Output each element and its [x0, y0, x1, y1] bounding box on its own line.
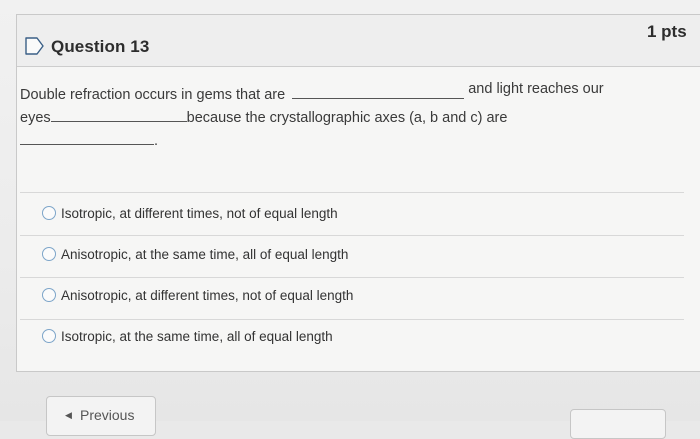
question-text-segment: because the crystallographic axes (a, b … — [186, 110, 508, 126]
next-button[interactable] — [570, 409, 666, 439]
radio-button[interactable] — [42, 288, 56, 302]
question-text-segment: and light reaches our — [468, 81, 604, 97]
blank-1 — [292, 86, 465, 99]
answer-option[interactable]: Isotropic, at different times, not of eq… — [42, 201, 338, 225]
radio-button[interactable] — [42, 247, 56, 261]
divider — [20, 277, 684, 278]
question-title: Question 13 — [51, 37, 150, 56]
question-points: 1 pts — [647, 22, 687, 41]
radio-button[interactable] — [42, 206, 56, 220]
question-text-line-3: . — [20, 130, 158, 152]
blank-2 — [50, 109, 187, 122]
answer-label: Anisotropic, at different times, not of … — [61, 287, 354, 303]
question-text-segment: Double refraction occurs in gems that ar… — [20, 87, 286, 103]
question-text-segment: . — [154, 133, 159, 149]
question-text-line-1: Double refraction occurs in gems that ar… — [20, 81, 604, 106]
divider — [20, 192, 684, 193]
question-text-line-2: eyes because the crystallographic axes (a… — [20, 107, 507, 129]
quiz-page: Question 13 1 pts Double refraction occu… — [0, 0, 700, 439]
answer-label: Isotropic, at the same time, all of equa… — [61, 328, 333, 344]
answer-label: Isotropic, at different times, not of eq… — [61, 205, 338, 221]
answer-option[interactable]: Anisotropic, at different times, not of … — [42, 283, 353, 307]
chevron-left-icon: ◀ — [65, 410, 72, 420]
divider — [20, 319, 684, 320]
answer-option[interactable]: Anisotropic, at the same time, all of eq… — [42, 242, 348, 266]
answer-option[interactable]: Isotropic, at the same time, all of equa… — [42, 324, 333, 348]
radio-button[interactable] — [42, 329, 56, 343]
answer-label: Anisotropic, at the same time, all of eq… — [61, 246, 349, 262]
question-text-segment: eyes — [20, 110, 51, 126]
previous-button[interactable]: ◀ Previous — [46, 396, 156, 436]
blank-3 — [20, 132, 154, 145]
question-header: Question 13 — [17, 15, 700, 67]
flag-icon[interactable] — [24, 36, 46, 56]
divider — [20, 235, 684, 236]
